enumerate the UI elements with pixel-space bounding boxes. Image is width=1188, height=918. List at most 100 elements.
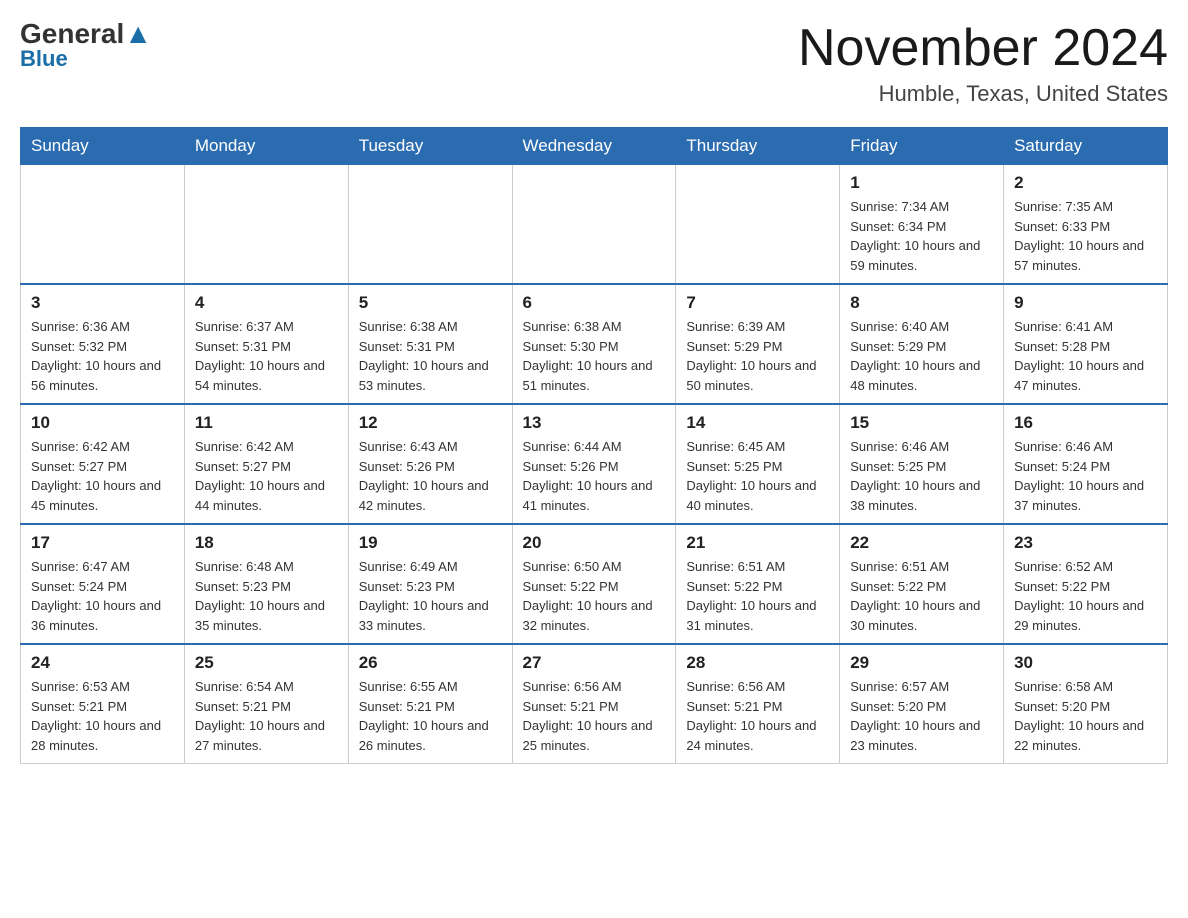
day-number: 5 bbox=[359, 293, 502, 313]
day-info: Sunrise: 6:50 AMSunset: 5:22 PMDaylight:… bbox=[523, 557, 666, 635]
calendar-cell: 13 Sunrise: 6:44 AMSunset: 5:26 PMDayligh… bbox=[512, 404, 676, 524]
weekday-header-tuesday: Tuesday bbox=[348, 128, 512, 165]
day-number: 3 bbox=[31, 293, 174, 313]
day-info: Sunrise: 6:37 AMSunset: 5:31 PMDaylight:… bbox=[195, 317, 338, 395]
calendar-week-row: 10 Sunrise: 6:42 AMSunset: 5:27 PMDayligh… bbox=[21, 404, 1168, 524]
calendar-week-row: 1Sunrise: 7:34 AMSunset: 6:34 PMDaylight… bbox=[21, 165, 1168, 285]
day-info: Sunrise: 6:42 AMSunset: 5:27 PMDaylight:… bbox=[31, 437, 174, 515]
day-number: 1 bbox=[850, 173, 993, 193]
day-info: Sunrise: 6:46 AMSunset: 5:25 PMDaylight:… bbox=[850, 437, 993, 515]
location-title: Humble, Texas, United States bbox=[798, 81, 1168, 107]
calendar-cell: 9 Sunrise: 6:41 AMSunset: 5:28 PMDaylight… bbox=[1004, 284, 1168, 404]
day-info: Sunrise: 6:45 AMSunset: 5:25 PMDaylight:… bbox=[686, 437, 829, 515]
calendar-cell: 25 Sunrise: 6:54 AMSunset: 5:21 PMDayligh… bbox=[184, 644, 348, 764]
calendar-cell: 2 Sunrise: 7:35 AMSunset: 6:33 PMDaylight… bbox=[1004, 165, 1168, 285]
calendar-cell: 10 Sunrise: 6:42 AMSunset: 5:27 PMDayligh… bbox=[21, 404, 185, 524]
day-info: Sunrise: 6:56 AMSunset: 5:21 PMDaylight:… bbox=[686, 677, 829, 755]
day-number: 30 bbox=[1014, 653, 1157, 673]
day-number: 21 bbox=[686, 533, 829, 553]
day-info: Sunrise: 7:35 AMSunset: 6:33 PMDaylight:… bbox=[1014, 197, 1157, 275]
day-number: 9 bbox=[1014, 293, 1157, 313]
day-number: 12 bbox=[359, 413, 502, 433]
day-info: Sunrise: 6:43 AMSunset: 5:26 PMDaylight:… bbox=[359, 437, 502, 515]
day-number: 8 bbox=[850, 293, 993, 313]
calendar-cell: 16 Sunrise: 6:46 AMSunset: 5:24 PMDayligh… bbox=[1004, 404, 1168, 524]
calendar-cell: 23 Sunrise: 6:52 AMSunset: 5:22 PMDayligh… bbox=[1004, 524, 1168, 644]
logo-general-text: General▲ bbox=[20, 20, 152, 48]
weekday-header-friday: Friday bbox=[840, 128, 1004, 165]
calendar-cell: 5 Sunrise: 6:38 AMSunset: 5:31 PMDaylight… bbox=[348, 284, 512, 404]
calendar-cell: 26 Sunrise: 6:55 AMSunset: 5:21 PMDayligh… bbox=[348, 644, 512, 764]
day-number: 13 bbox=[523, 413, 666, 433]
calendar-cell bbox=[512, 165, 676, 285]
day-info: Sunrise: 6:46 AMSunset: 5:24 PMDaylight:… bbox=[1014, 437, 1157, 515]
day-info: Sunrise: 6:51 AMSunset: 5:22 PMDaylight:… bbox=[686, 557, 829, 635]
day-info: Sunrise: 6:52 AMSunset: 5:22 PMDaylight:… bbox=[1014, 557, 1157, 635]
title-area: November 2024 Humble, Texas, United Stat… bbox=[798, 20, 1168, 107]
day-info: Sunrise: 6:42 AMSunset: 5:27 PMDaylight:… bbox=[195, 437, 338, 515]
day-number: 17 bbox=[31, 533, 174, 553]
day-number: 14 bbox=[686, 413, 829, 433]
day-info: Sunrise: 6:36 AMSunset: 5:32 PMDaylight:… bbox=[31, 317, 174, 395]
day-number: 20 bbox=[523, 533, 666, 553]
day-number: 6 bbox=[523, 293, 666, 313]
day-info: Sunrise: 6:40 AMSunset: 5:29 PMDaylight:… bbox=[850, 317, 993, 395]
calendar-cell: 15 Sunrise: 6:46 AMSunset: 5:25 PMDayligh… bbox=[840, 404, 1004, 524]
calendar-cell: 3 Sunrise: 6:36 AMSunset: 5:32 PMDaylight… bbox=[21, 284, 185, 404]
page-header: General▲ Blue November 2024 Humble, Texa… bbox=[20, 20, 1168, 107]
day-number: 15 bbox=[850, 413, 993, 433]
calendar-cell bbox=[21, 165, 185, 285]
calendar-cell: 12 Sunrise: 6:43 AMSunset: 5:26 PMDayligh… bbox=[348, 404, 512, 524]
day-info: Sunrise: 6:53 AMSunset: 5:21 PMDaylight:… bbox=[31, 677, 174, 755]
calendar-table: SundayMondayTuesdayWednesdayThursdayFrid… bbox=[20, 127, 1168, 764]
day-info: Sunrise: 6:57 AMSunset: 5:20 PMDaylight:… bbox=[850, 677, 993, 755]
day-number: 23 bbox=[1014, 533, 1157, 553]
day-number: 24 bbox=[31, 653, 174, 673]
day-number: 22 bbox=[850, 533, 993, 553]
day-info: Sunrise: 6:49 AMSunset: 5:23 PMDaylight:… bbox=[359, 557, 502, 635]
day-info: Sunrise: 6:41 AMSunset: 5:28 PMDaylight:… bbox=[1014, 317, 1157, 395]
day-info: Sunrise: 6:38 AMSunset: 5:31 PMDaylight:… bbox=[359, 317, 502, 395]
calendar-cell: 18Sunrise: 6:48 AMSunset: 5:23 PMDayligh… bbox=[184, 524, 348, 644]
calendar-week-row: 3 Sunrise: 6:36 AMSunset: 5:32 PMDaylight… bbox=[21, 284, 1168, 404]
calendar-cell: 24 Sunrise: 6:53 AMSunset: 5:21 PMDayligh… bbox=[21, 644, 185, 764]
calendar-cell: 7Sunrise: 6:39 AMSunset: 5:29 PMDaylight… bbox=[676, 284, 840, 404]
calendar-cell: 17Sunrise: 6:47 AMSunset: 5:24 PMDayligh… bbox=[21, 524, 185, 644]
day-number: 2 bbox=[1014, 173, 1157, 193]
calendar-cell bbox=[676, 165, 840, 285]
logo-blue-text: Blue bbox=[20, 46, 68, 72]
logo: General▲ Blue bbox=[20, 20, 152, 72]
calendar-cell bbox=[348, 165, 512, 285]
day-number: 10 bbox=[31, 413, 174, 433]
calendar-cell: 30 Sunrise: 6:58 AMSunset: 5:20 PMDayligh… bbox=[1004, 644, 1168, 764]
logo-triangle-icon: ▲ bbox=[124, 18, 152, 49]
weekday-header-saturday: Saturday bbox=[1004, 128, 1168, 165]
day-number: 26 bbox=[359, 653, 502, 673]
calendar-cell: 19Sunrise: 6:49 AMSunset: 5:23 PMDayligh… bbox=[348, 524, 512, 644]
calendar-cell: 11 Sunrise: 6:42 AMSunset: 5:27 PMDayligh… bbox=[184, 404, 348, 524]
day-number: 11 bbox=[195, 413, 338, 433]
day-number: 18 bbox=[195, 533, 338, 553]
day-info: Sunrise: 6:44 AMSunset: 5:26 PMDaylight:… bbox=[523, 437, 666, 515]
calendar-cell: 4Sunrise: 6:37 AMSunset: 5:31 PMDaylight… bbox=[184, 284, 348, 404]
calendar-cell: 1Sunrise: 7:34 AMSunset: 6:34 PMDaylight… bbox=[840, 165, 1004, 285]
day-number: 27 bbox=[523, 653, 666, 673]
calendar-week-row: 17Sunrise: 6:47 AMSunset: 5:24 PMDayligh… bbox=[21, 524, 1168, 644]
calendar-cell: 14 Sunrise: 6:45 AMSunset: 5:25 PMDayligh… bbox=[676, 404, 840, 524]
day-number: 16 bbox=[1014, 413, 1157, 433]
day-info: Sunrise: 6:54 AMSunset: 5:21 PMDaylight:… bbox=[195, 677, 338, 755]
day-number: 29 bbox=[850, 653, 993, 673]
calendar-header-row: SundayMondayTuesdayWednesdayThursdayFrid… bbox=[21, 128, 1168, 165]
calendar-cell: 29 Sunrise: 6:57 AMSunset: 5:20 PMDayligh… bbox=[840, 644, 1004, 764]
day-info: Sunrise: 6:38 AMSunset: 5:30 PMDaylight:… bbox=[523, 317, 666, 395]
calendar-cell: 20 Sunrise: 6:50 AMSunset: 5:22 PMDayligh… bbox=[512, 524, 676, 644]
day-info: Sunrise: 6:51 AMSunset: 5:22 PMDaylight:… bbox=[850, 557, 993, 635]
calendar-cell: 21 Sunrise: 6:51 AMSunset: 5:22 PMDayligh… bbox=[676, 524, 840, 644]
day-info: Sunrise: 6:55 AMSunset: 5:21 PMDaylight:… bbox=[359, 677, 502, 755]
day-info: Sunrise: 6:58 AMSunset: 5:20 PMDaylight:… bbox=[1014, 677, 1157, 755]
calendar-cell: 22 Sunrise: 6:51 AMSunset: 5:22 PMDayligh… bbox=[840, 524, 1004, 644]
calendar-cell bbox=[184, 165, 348, 285]
day-info: Sunrise: 6:39 AMSunset: 5:29 PMDaylight:… bbox=[686, 317, 829, 395]
day-number: 25 bbox=[195, 653, 338, 673]
month-title: November 2024 bbox=[798, 20, 1168, 77]
